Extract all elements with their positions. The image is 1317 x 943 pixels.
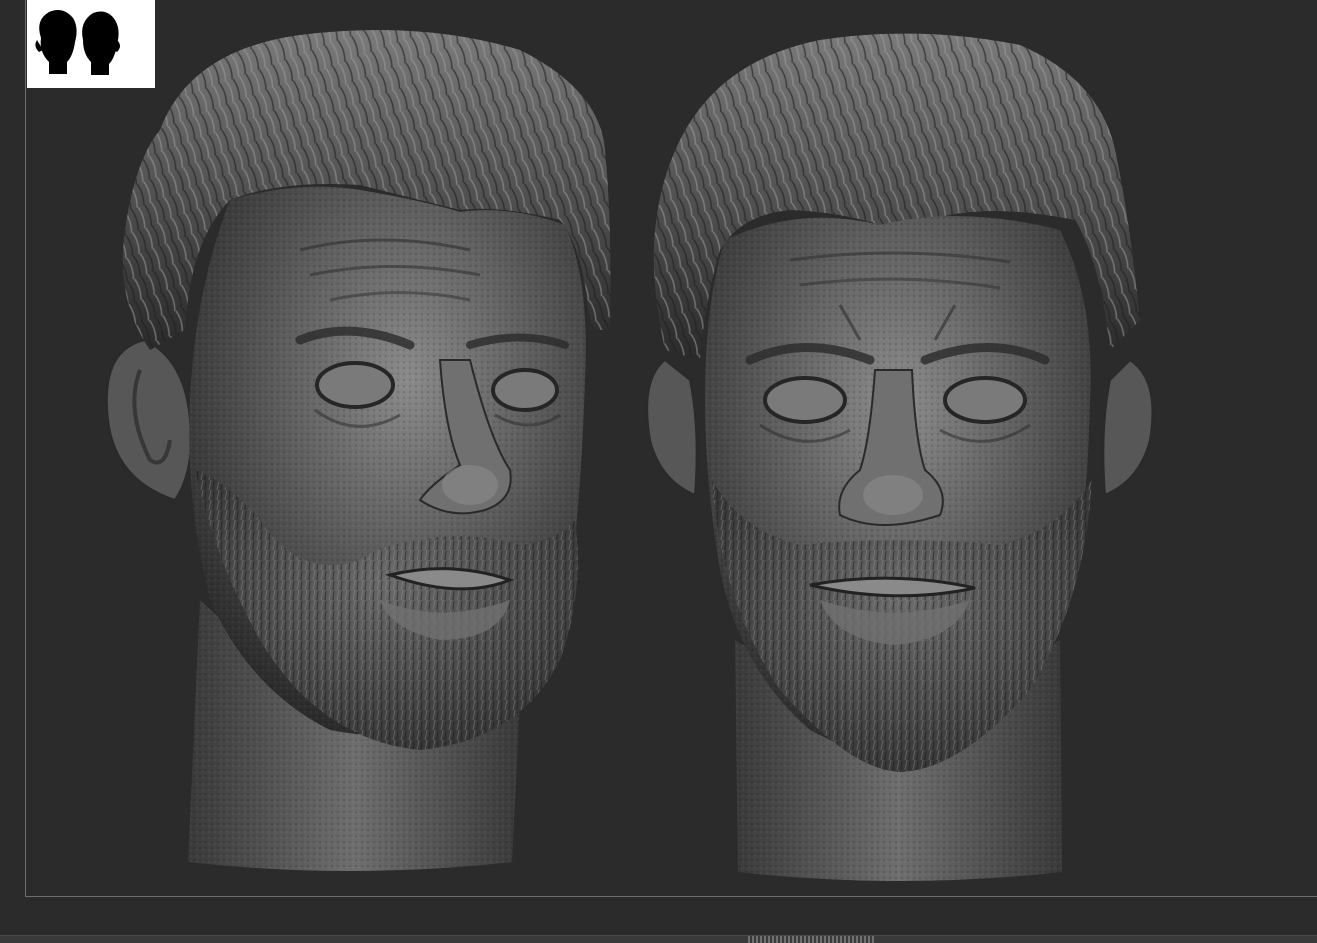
head-front-view[interactable]	[646, 33, 1154, 881]
drag-handle-icon[interactable]	[748, 936, 876, 943]
navigation-thumbnail[interactable]	[27, 0, 155, 88]
eye-right-1	[763, 376, 847, 424]
ear-right-a	[646, 358, 698, 497]
eye-right-2	[943, 376, 1027, 424]
two-head-silhouettes-icon	[35, 10, 120, 75]
eye-left-1	[315, 361, 395, 409]
ear-right-b	[1102, 358, 1154, 497]
bottom-shelf	[0, 935, 1317, 943]
ear-left	[105, 338, 192, 502]
eye-left-2	[491, 368, 559, 412]
head-three-quarter-view[interactable]	[105, 30, 611, 871]
app-window	[0, 0, 1317, 943]
sculpt-canvas[interactable]	[0, 0, 1317, 900]
